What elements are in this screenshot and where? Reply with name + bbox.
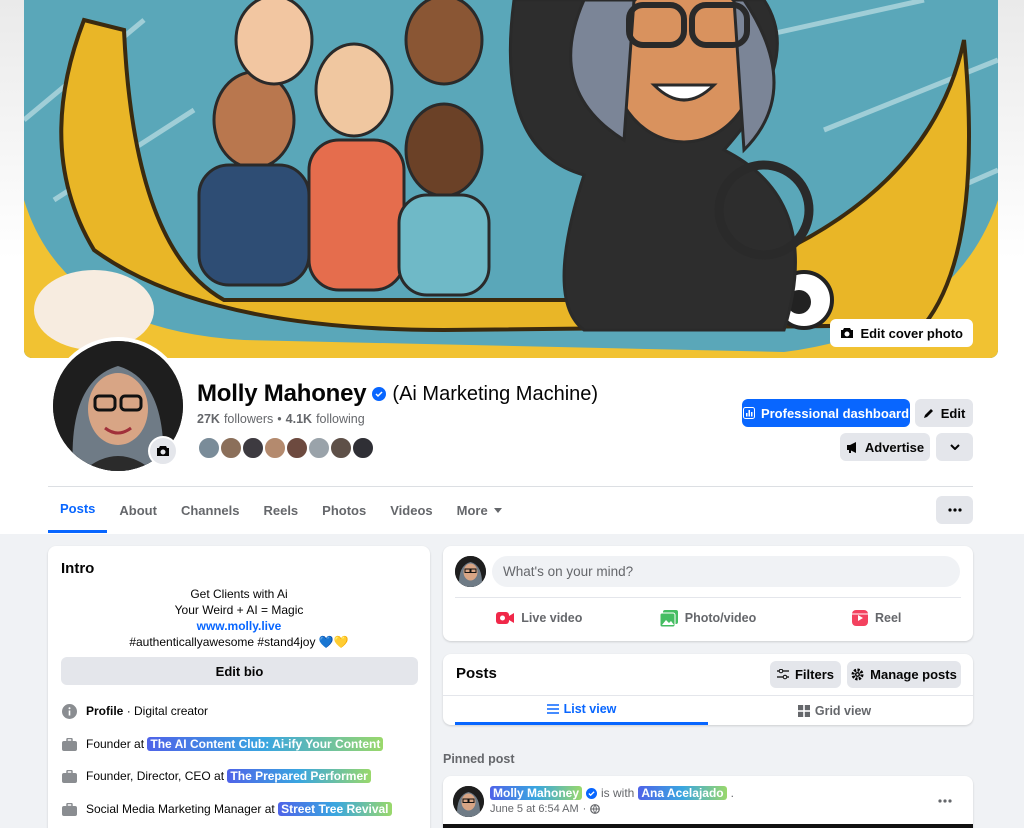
briefcase-icon (61, 768, 77, 784)
posts-title: Posts (456, 665, 497, 682)
filter-icon (776, 669, 789, 680)
follower-avatar[interactable] (329, 436, 353, 460)
advertise-button[interactable]: Advertise (840, 433, 930, 461)
edit-bio-button[interactable]: Edit bio (61, 657, 418, 685)
follower-avatar[interactable] (307, 436, 331, 460)
filters-button[interactable]: Filters (770, 661, 841, 688)
megaphone-icon (846, 441, 859, 453)
post-header: Molly Mahoney is with Ana Acelajado . (490, 786, 734, 800)
reel-icon (851, 610, 868, 626)
pinned-post: Molly Mahoney is with Ana Acelajado . Ju… (443, 776, 973, 828)
avatar[interactable] (455, 556, 486, 587)
follower-avatar[interactable] (263, 436, 287, 460)
reel-button[interactable]: Reel (792, 602, 961, 634)
work-row: Social Media Marketing Manager at Street… (61, 801, 392, 817)
tab-more[interactable]: More (445, 487, 514, 533)
info-icon (61, 703, 77, 719)
whats-on-your-mind-input[interactable]: What's on your mind? (492, 556, 960, 587)
create-post-card: What's on your mind? Live video Photo/vi… (443, 546, 973, 641)
hashtags: #authenticallyawesome #stand4joy 💙💛 (129, 635, 349, 649)
profile-name: Molly Mahoney (197, 380, 367, 407)
followers-count[interactable]: 27K (197, 412, 220, 426)
workplace-link[interactable]: Street Tree Revival (278, 802, 392, 816)
avatar[interactable] (453, 786, 484, 817)
post-options-button[interactable] (938, 790, 952, 808)
list-icon (546, 704, 559, 714)
profile-tabs: Posts About Channels Reels Photos Videos… (48, 487, 514, 533)
caret-down-icon (493, 507, 502, 513)
follower-avatar[interactable] (241, 436, 265, 460)
edit-profile-button[interactable]: Edit (915, 399, 973, 427)
photo-video-button[interactable]: Photo/video (624, 602, 793, 634)
tab-channels[interactable]: Channels (169, 487, 252, 533)
intro-card: Intro Get Clients with Ai Your Weird + A… (48, 546, 430, 828)
live-video-icon (496, 611, 515, 625)
bio-text: Get Clients with Ai Your Weird + AI = Ma… (48, 586, 430, 650)
profile-name-row: Molly Mahoney (Ai Marketing Machine) (197, 380, 598, 408)
tagged-person-link[interactable]: Ana Acelajado (638, 786, 727, 800)
tab-about[interactable]: About (107, 487, 169, 533)
profile-options-button[interactable] (936, 496, 973, 524)
camera-icon (156, 445, 170, 457)
globe-icon (590, 804, 601, 814)
profile-header: Edit cover photo Molly Mahoney (Ai Marke… (0, 0, 1024, 534)
tab-videos[interactable]: Videos (378, 487, 444, 533)
post-timestamp: June 5 at 6:54 AM · (490, 803, 601, 815)
work-row: Founder at The AI Content Club: Ai-ify Y… (61, 736, 384, 752)
follower-avatar[interactable] (351, 436, 375, 460)
verified-badge-icon (586, 787, 598, 799)
workplace-link[interactable]: The AI Content Club: Ai-ify Your Content (147, 737, 384, 751)
edit-cover-photo-button[interactable]: Edit cover photo (830, 319, 973, 347)
post-media[interactable] (443, 824, 973, 828)
more-dots-icon (947, 508, 962, 512)
grid-icon (797, 704, 810, 717)
grid-view-tab[interactable]: Grid view (708, 696, 961, 725)
post-author-link[interactable]: Molly Mahoney (490, 786, 583, 800)
cover-photo[interactable]: Edit cover photo (24, 0, 998, 358)
dashboard-icon (742, 407, 755, 419)
follow-stats: 27K followers • 4.1K following (197, 412, 365, 426)
divider (455, 597, 961, 598)
list-view-tab[interactable]: List view (455, 696, 708, 725)
professional-dashboard-button[interactable]: Professional dashboard (742, 399, 910, 427)
work-row: Founder, Director, CEO at The Prepared P… (61, 768, 371, 784)
briefcase-icon (61, 801, 77, 817)
follower-avatar[interactable] (219, 436, 243, 460)
photo-icon (659, 609, 678, 627)
profile-type-row: Profile · Digital creator (61, 703, 208, 719)
camera-icon (840, 327, 854, 339)
update-profile-picture-button[interactable] (148, 436, 178, 466)
profile-nickname: (Ai Marketing Machine) (392, 382, 599, 405)
tab-posts[interactable]: Posts (48, 487, 108, 533)
chevron-down-icon (949, 444, 960, 450)
more-dots-icon (938, 799, 952, 803)
gear-icon (851, 668, 864, 681)
follower-avatar[interactable] (285, 436, 309, 460)
follower-avatars (197, 436, 375, 460)
briefcase-icon (61, 736, 77, 752)
live-video-button[interactable]: Live video (455, 602, 624, 634)
more-actions-button[interactable] (936, 433, 973, 461)
following-count[interactable]: 4.1K (286, 412, 312, 426)
manage-posts-button[interactable]: Manage posts (847, 661, 961, 688)
tab-photos[interactable]: Photos (310, 487, 378, 533)
verified-badge-icon (372, 387, 387, 401)
follower-avatar[interactable] (197, 436, 221, 460)
pencil-icon (923, 407, 935, 419)
intro-title: Intro (61, 560, 95, 577)
posts-card: Posts Filters Manage posts List view Gri… (443, 654, 973, 725)
pinned-post-label: Pinned post (443, 752, 515, 766)
workplace-link[interactable]: The Prepared Performer (227, 769, 371, 783)
tab-reels[interactable]: Reels (251, 487, 310, 533)
website-link[interactable]: www.molly.live (197, 619, 282, 633)
